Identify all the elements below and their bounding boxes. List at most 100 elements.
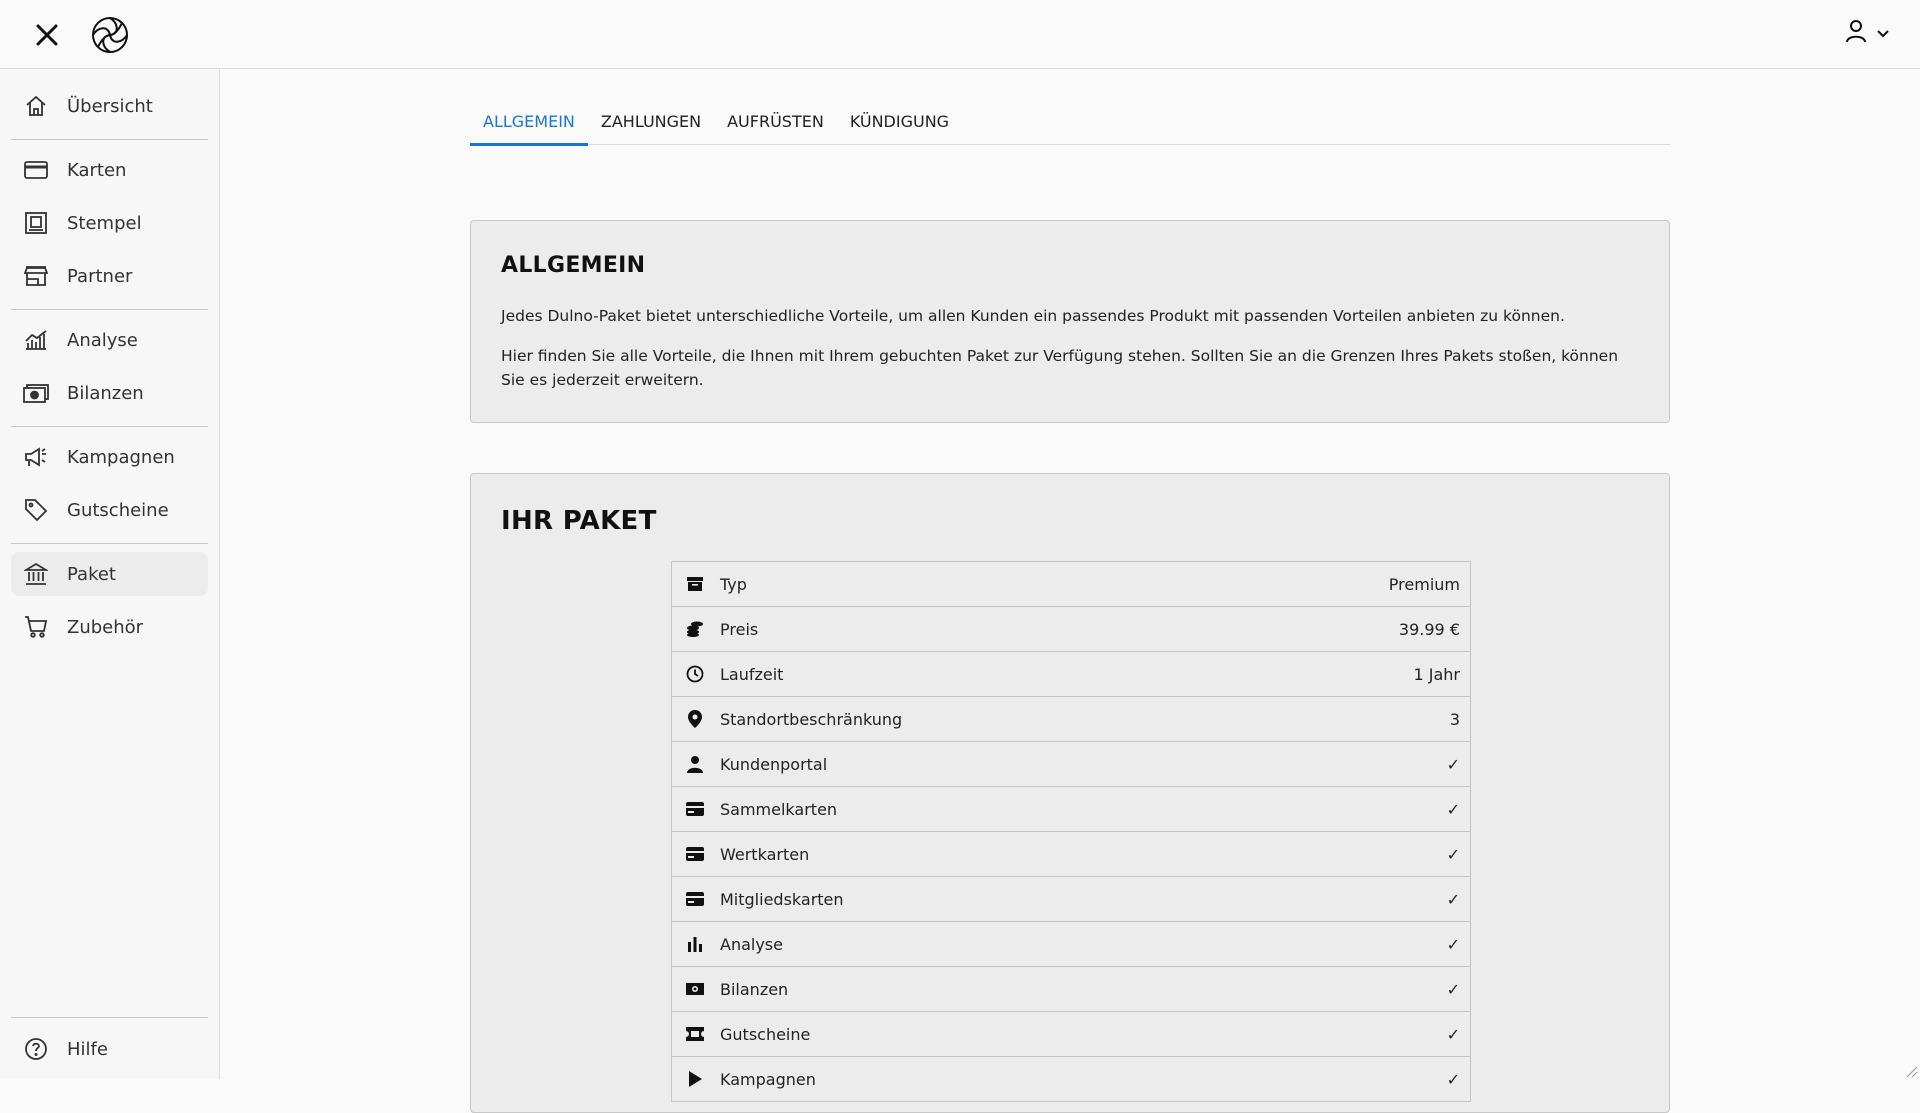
close-icon[interactable]: [30, 18, 64, 52]
top-bar: [0, 0, 1920, 69]
ticket-icon: [684, 1023, 706, 1045]
row-label: Gutscheine: [720, 1025, 1447, 1044]
row-value: ✓: [1447, 800, 1460, 819]
allgemein-paragraph-2: Hier finden Sie alle Vorteile, die Ihnen…: [501, 344, 1641, 392]
tag-icon: [23, 497, 49, 523]
table-row: Preis 39.99 €: [672, 607, 1470, 652]
help-icon: [23, 1036, 49, 1062]
chart-icon: [23, 327, 49, 353]
sidebar-item-label: Gutscheine: [67, 500, 169, 521]
megaphone-icon: [23, 444, 49, 470]
row-label: Sammelkarten: [720, 800, 1447, 819]
paket-card: IHR PAKET Typ Premium Preis 39.99 € Lauf…: [470, 473, 1670, 1113]
sidebar-item-partner[interactable]: Partner: [11, 254, 208, 298]
row-value: 39.99 €: [1399, 620, 1460, 639]
row-label: Kampagnen: [720, 1070, 1447, 1089]
row-value: ✓: [1447, 980, 1460, 999]
table-row: Wertkarten ✓: [672, 832, 1470, 877]
row-value: ✓: [1447, 755, 1460, 774]
sidebar-item-label: Partner: [67, 266, 132, 287]
user-menu[interactable]: [1844, 18, 1890, 49]
user-icon: [1844, 18, 1868, 49]
sidebar-item-uebersicht[interactable]: Übersicht: [11, 84, 208, 128]
table-row: Kampagnen ✓: [672, 1057, 1470, 1102]
sidebar-divider: [11, 1017, 208, 1018]
row-label: Laufzeit: [720, 665, 1413, 684]
clock-icon: [684, 663, 706, 685]
row-value: 3: [1450, 710, 1460, 729]
sidebar-item-label: Übersicht: [67, 96, 153, 117]
swirl-logo-icon[interactable]: [88, 13, 132, 57]
location-pin-icon: [684, 708, 706, 730]
row-value: ✓: [1447, 1025, 1460, 1044]
sidebar-item-gutscheine[interactable]: Gutscheine: [11, 488, 208, 532]
table-row: Gutscheine ✓: [672, 1012, 1470, 1057]
sidebar-item-label: Hilfe: [67, 1039, 108, 1060]
sidebar-item-analyse[interactable]: Analyse: [11, 318, 208, 362]
table-row: Kundenportal ✓: [672, 742, 1470, 787]
cart-icon: [23, 614, 49, 640]
sidebar-item-label: Karten: [67, 160, 126, 181]
sidebar-divider: [11, 309, 208, 310]
sidebar-item-label: Stempel: [67, 213, 142, 234]
row-label: Typ: [720, 575, 1389, 594]
row-label: Preis: [720, 620, 1399, 639]
table-row: Standortbeschränkung 3: [672, 697, 1470, 742]
sidebar-item-label: Kampagnen: [67, 447, 175, 468]
card-icon: [684, 798, 706, 820]
row-label: Bilanzen: [720, 980, 1447, 999]
row-value: ✓: [1447, 1070, 1460, 1089]
person-icon: [684, 753, 706, 775]
bar-chart-icon: [684, 933, 706, 955]
sidebar-item-stempel[interactable]: Stempel: [11, 201, 208, 245]
sidebar-item-label: Paket: [67, 564, 116, 585]
allgemein-card: ALLGEMEIN Jedes Dulno-Paket bietet unter…: [470, 220, 1670, 423]
tab-aufruesten[interactable]: AUFRÜSTEN: [714, 100, 837, 145]
row-value: ✓: [1447, 935, 1460, 954]
table-row: Laufzeit 1 Jahr: [672, 652, 1470, 697]
sidebar: Übersicht Karten Stempel Partner Analyse…: [0, 69, 220, 1079]
store-icon: [23, 263, 49, 289]
money-icon: [684, 978, 706, 1000]
bank-icon: [23, 561, 49, 587]
sidebar-item-hilfe[interactable]: Hilfe: [11, 1027, 208, 1071]
tab-zahlungen[interactable]: ZAHLUNGEN: [588, 100, 714, 145]
resize-grip-icon[interactable]: [1904, 1063, 1918, 1077]
tab-allgemein[interactable]: ALLGEMEIN: [470, 100, 588, 145]
table-row: Mitgliedskarten ✓: [672, 877, 1470, 922]
sidebar-item-kampagnen[interactable]: Kampagnen: [11, 435, 208, 479]
row-label: Standortbeschränkung: [720, 710, 1450, 729]
allgemein-paragraph-1: Jedes Dulno-Paket bietet unterschiedlich…: [501, 304, 1641, 328]
sidebar-divider: [11, 426, 208, 427]
row-label: Analyse: [720, 935, 1447, 954]
coins-icon: [684, 618, 706, 640]
row-value: Premium: [1389, 575, 1460, 594]
money-icon: [23, 380, 49, 406]
allgemein-title: ALLGEMEIN: [501, 253, 645, 278]
card-icon: [23, 157, 49, 183]
paket-table: Typ Premium Preis 39.99 € Laufzeit 1 Jah…: [671, 561, 1471, 1102]
chevron-down-icon: [1876, 24, 1890, 44]
sidebar-item-label: Zubehör: [67, 617, 143, 638]
row-label: Kundenportal: [720, 755, 1447, 774]
tab-bar: ALLGEMEIN ZAHLUNGEN AUFRÜSTEN KÜNDIGUNG: [470, 100, 1670, 145]
sidebar-item-label: Analyse: [67, 330, 138, 351]
table-row: Bilanzen ✓: [672, 967, 1470, 1012]
stamp-icon: [23, 210, 49, 236]
sidebar-item-zubehoer[interactable]: Zubehör: [11, 605, 208, 649]
card-icon: [684, 843, 706, 865]
box-icon: [684, 573, 706, 595]
sidebar-item-paket[interactable]: Paket: [11, 552, 208, 596]
tab-kuendigung[interactable]: KÜNDIGUNG: [837, 100, 962, 145]
home-icon: [23, 93, 49, 119]
table-row: Analyse ✓: [672, 922, 1470, 967]
row-label: Mitgliedskarten: [720, 890, 1447, 909]
sidebar-item-label: Bilanzen: [67, 383, 144, 404]
table-row: Sammelkarten ✓: [672, 787, 1470, 832]
sidebar-item-karten[interactable]: Karten: [11, 148, 208, 192]
table-row: Typ Premium: [672, 562, 1470, 607]
row-value: ✓: [1447, 845, 1460, 864]
sidebar-item-bilanzen[interactable]: Bilanzen: [11, 371, 208, 415]
card-icon: [684, 888, 706, 910]
row-value: 1 Jahr: [1413, 665, 1460, 684]
